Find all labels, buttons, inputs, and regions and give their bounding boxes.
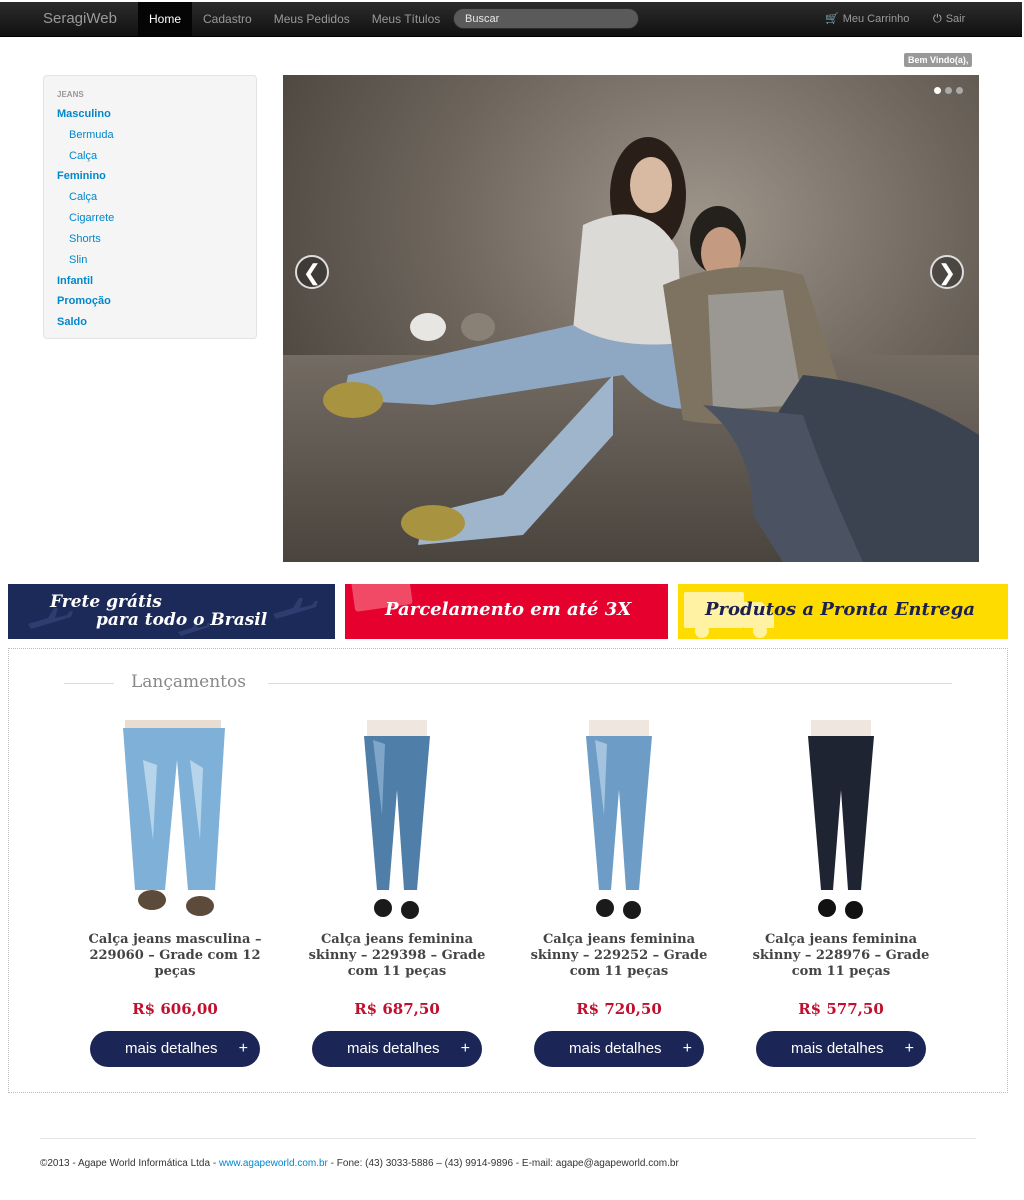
details-button[interactable]: mais detalhes + bbox=[312, 1031, 482, 1067]
section-title: Lançamentos bbox=[131, 672, 246, 692]
free-shipping-banner[interactable]: Frete grátis para todo o Brasil bbox=[8, 584, 335, 639]
sidebar-header: JEANS bbox=[57, 90, 84, 99]
sidebar-item-bermuda[interactable]: Bermuda bbox=[69, 129, 114, 141]
sidebar-item-cigarrete[interactable]: Cigarrete bbox=[69, 212, 114, 224]
cart-link[interactable]: 🛒 Meu Carrinho bbox=[825, 2, 909, 36]
welcome-badge: Bem Vindo(a), bbox=[904, 53, 973, 67]
plus-icon: + bbox=[238, 1040, 248, 1057]
footer-contact: - Fone: (43) 3033-5886 – (43) 9914-9896 … bbox=[327, 1158, 679, 1169]
footer-copyright: ©2013 - Agape World Informática Ltda - bbox=[40, 1158, 219, 1169]
cart-label: Meu Carrinho bbox=[842, 13, 910, 25]
sidebar-item-masculino[interactable]: Masculino bbox=[57, 108, 111, 120]
product-card: Calça jeans feminina skinny – 229398 – G… bbox=[307, 720, 487, 1067]
installments-text: Parcelamento em até 3X bbox=[385, 599, 632, 620]
nav-home[interactable]: Home bbox=[138, 2, 193, 36]
details-button-label: mais detalhes bbox=[569, 1040, 662, 1057]
nav-meus-titulos[interactable]: Meus Títulos bbox=[361, 2, 451, 36]
product-name[interactable]: Calça jeans feminina skinny – 229252 – G… bbox=[524, 932, 714, 980]
main-nav: Home Cadastro Meus Pedidos Meus Títulos bbox=[138, 2, 451, 36]
power-icon: ⏻ bbox=[933, 13, 942, 25]
free-shipping-line1: Frete grátis bbox=[50, 592, 162, 612]
footer-divider bbox=[40, 1138, 976, 1139]
sidebar-item-infantil[interactable]: Infantil bbox=[57, 275, 93, 287]
hero-carousel[interactable]: ❮ ❯ bbox=[283, 75, 979, 562]
product-image[interactable] bbox=[529, 720, 709, 920]
sidebar-item-promocao[interactable]: Promoção bbox=[57, 295, 111, 307]
product-card: Calça jeans feminina skinny – 229252 – G… bbox=[529, 720, 709, 1067]
details-button[interactable]: mais detalhes + bbox=[90, 1031, 260, 1067]
sidebar-item-feminino[interactable]: Feminino bbox=[57, 170, 106, 182]
product-name[interactable]: Calça jeans feminina skinny – 228976 – G… bbox=[746, 932, 936, 980]
details-button[interactable]: mais detalhes + bbox=[534, 1031, 704, 1067]
product-price: R$ 687,50 bbox=[354, 1000, 440, 1018]
brand-logo[interactable]: SeragiWeb bbox=[43, 2, 117, 36]
product-name[interactable]: Calça jeans masculina – 229060 – Grade c… bbox=[80, 932, 270, 980]
product-image[interactable] bbox=[751, 720, 931, 920]
product-image[interactable] bbox=[307, 720, 487, 920]
details-button-label: mais detalhes bbox=[125, 1040, 218, 1057]
carousel-prev-button[interactable]: ❮ bbox=[295, 255, 329, 289]
carousel-next-button[interactable]: ❯ bbox=[930, 255, 964, 289]
section-divider-left bbox=[64, 683, 114, 684]
carousel-dot-3[interactable] bbox=[956, 87, 963, 94]
cart-icon: 🛒 bbox=[825, 13, 839, 25]
product-price: R$ 577,50 bbox=[798, 1000, 884, 1018]
carousel-dot-1[interactable] bbox=[934, 87, 941, 94]
top-navbar: SeragiWeb Home Cadastro Meus Pedidos Meu… bbox=[0, 2, 1022, 37]
plus-icon: + bbox=[460, 1040, 470, 1057]
details-button-label: mais detalhes bbox=[791, 1040, 884, 1057]
logout-link[interactable]: ⏻ Sair bbox=[933, 2, 965, 36]
ready-delivery-text: Produtos a Pronta Entrega bbox=[705, 599, 976, 620]
plus-icon: + bbox=[682, 1040, 692, 1057]
sidebar-item-shorts[interactable]: Shorts bbox=[69, 233, 101, 245]
carousel-dot-2[interactable] bbox=[945, 87, 952, 94]
nav-cadastro[interactable]: Cadastro bbox=[192, 2, 263, 36]
details-button[interactable]: mais detalhes + bbox=[756, 1031, 926, 1067]
product-card: Calça jeans feminina skinny – 228976 – G… bbox=[751, 720, 931, 1067]
nav-meus-pedidos[interactable]: Meus Pedidos bbox=[263, 2, 361, 36]
product-price: R$ 606,00 bbox=[132, 1000, 218, 1018]
footer-website-link[interactable]: www.agapeworld.com.br bbox=[219, 1158, 328, 1169]
installments-banner[interactable]: Parcelamento em até 3X bbox=[345, 584, 668, 639]
product-price: R$ 720,50 bbox=[576, 1000, 662, 1018]
section-divider-right bbox=[268, 683, 952, 684]
category-sidebar: JEANS Masculino Bermuda Calça Feminino C… bbox=[43, 75, 257, 339]
free-shipping-line2: para todo o Brasil bbox=[96, 610, 268, 630]
details-button-label: mais detalhes bbox=[347, 1040, 440, 1057]
footer: ©2013 - Agape World Informática Ltda - w… bbox=[40, 1158, 679, 1169]
logout-label: Sair bbox=[945, 13, 966, 25]
sidebar-item-calca-masc[interactable]: Calça bbox=[69, 150, 97, 162]
sidebar-item-saldo[interactable]: Saldo bbox=[57, 316, 87, 328]
product-card: Calça jeans masculina – 229060 – Grade c… bbox=[85, 720, 265, 1067]
product-image[interactable] bbox=[85, 720, 265, 920]
product-name[interactable]: Calça jeans feminina skinny – 229398 – G… bbox=[302, 932, 492, 980]
carousel-indicators bbox=[934, 87, 963, 94]
sidebar-item-slin[interactable]: Slin bbox=[69, 254, 87, 266]
hero-photo bbox=[323, 137, 979, 562]
search-input[interactable] bbox=[453, 8, 639, 29]
sidebar-item-calca-fem[interactable]: Calça bbox=[69, 191, 97, 203]
plus-icon: + bbox=[904, 1040, 914, 1057]
ready-delivery-banner[interactable]: Produtos a Pronta Entrega bbox=[678, 584, 1008, 639]
